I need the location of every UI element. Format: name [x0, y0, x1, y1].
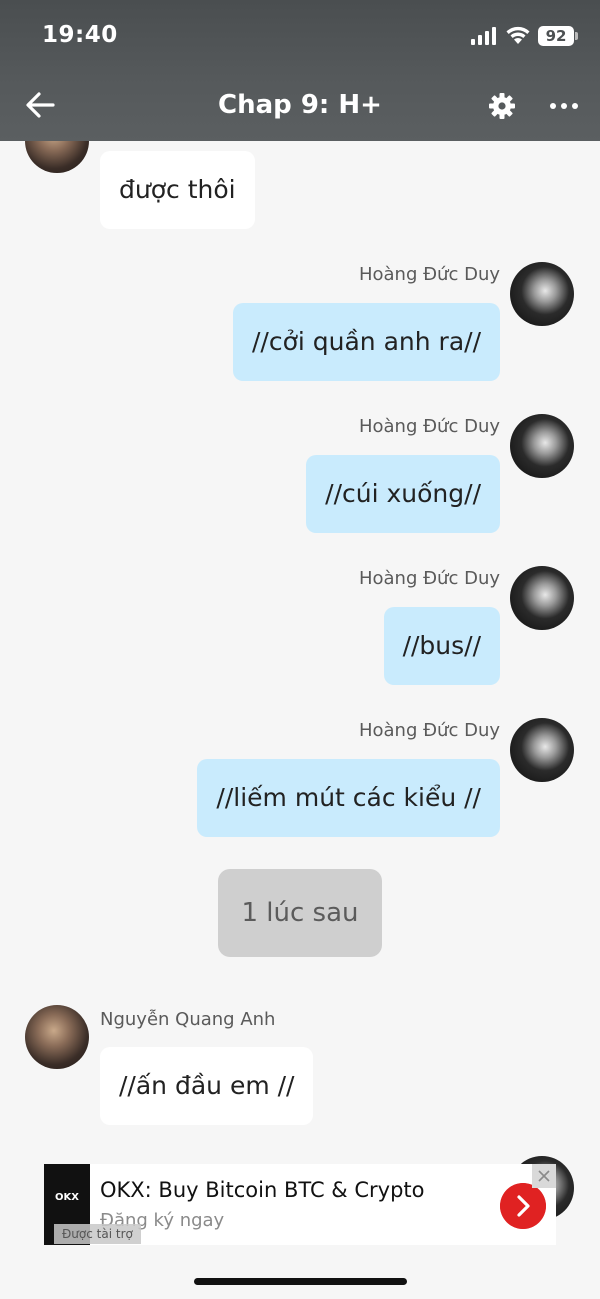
battery-icon	[575, 32, 578, 40]
message-bubble[interactable]: //bus//	[383, 607, 500, 685]
battery-level: 92	[538, 26, 574, 46]
avatar[interactable]	[25, 1005, 89, 1069]
avatar[interactable]	[510, 414, 574, 478]
sponsored-badge: Được tài trợ	[54, 1224, 141, 1244]
gear-icon[interactable]	[488, 92, 516, 120]
message-bubble[interactable]: được thôi	[100, 151, 255, 229]
cellular-signal-icon	[471, 27, 496, 45]
arrow-left-icon[interactable]	[24, 88, 56, 122]
sender-name: Hoàng Đức Duy	[358, 264, 500, 285]
home-indicator[interactable]	[194, 1278, 407, 1285]
wifi-icon	[506, 26, 530, 44]
message-bubble[interactable]: //liếm mút các kiểu //	[197, 759, 500, 837]
page-title: Chap 9: H+	[218, 90, 382, 120]
chevron-right-icon[interactable]	[500, 1183, 546, 1229]
sender-name: Nguyễn Quang Anh	[100, 1009, 276, 1030]
message-bubble[interactable]: //ấn đầu em //	[100, 1047, 314, 1125]
sender-name: Hoàng Đức Duy	[358, 720, 500, 741]
nav-bar: Chap 9: H+	[0, 72, 600, 141]
ad-banner[interactable]: OKX OKX: Buy Bitcoin BTC & Crypto Đăng k…	[44, 1164, 556, 1245]
status-time: 19:40	[42, 22, 118, 48]
ad-title[interactable]: OKX: Buy Bitcoin BTC & Crypto	[100, 1178, 424, 1202]
message-bubble[interactable]: //cởi quần anh ra//	[232, 303, 500, 381]
avatar[interactable]	[510, 566, 574, 630]
close-icon[interactable]	[532, 1164, 556, 1188]
narration-bubble[interactable]: 1 lúc sau	[218, 869, 382, 957]
message-bubble[interactable]: //cúi xuống//	[306, 455, 500, 533]
avatar[interactable]	[510, 718, 574, 782]
sender-name: Hoàng Đức Duy	[358, 416, 500, 437]
avatar[interactable]	[510, 262, 574, 326]
header-bar: 19:40 92 Chap 9: H+	[0, 0, 600, 141]
status-bar: 19:40 92	[0, 0, 600, 72]
sender-name: Hoàng Đức Duy	[358, 568, 500, 589]
more-horizontal-icon[interactable]	[548, 94, 580, 118]
